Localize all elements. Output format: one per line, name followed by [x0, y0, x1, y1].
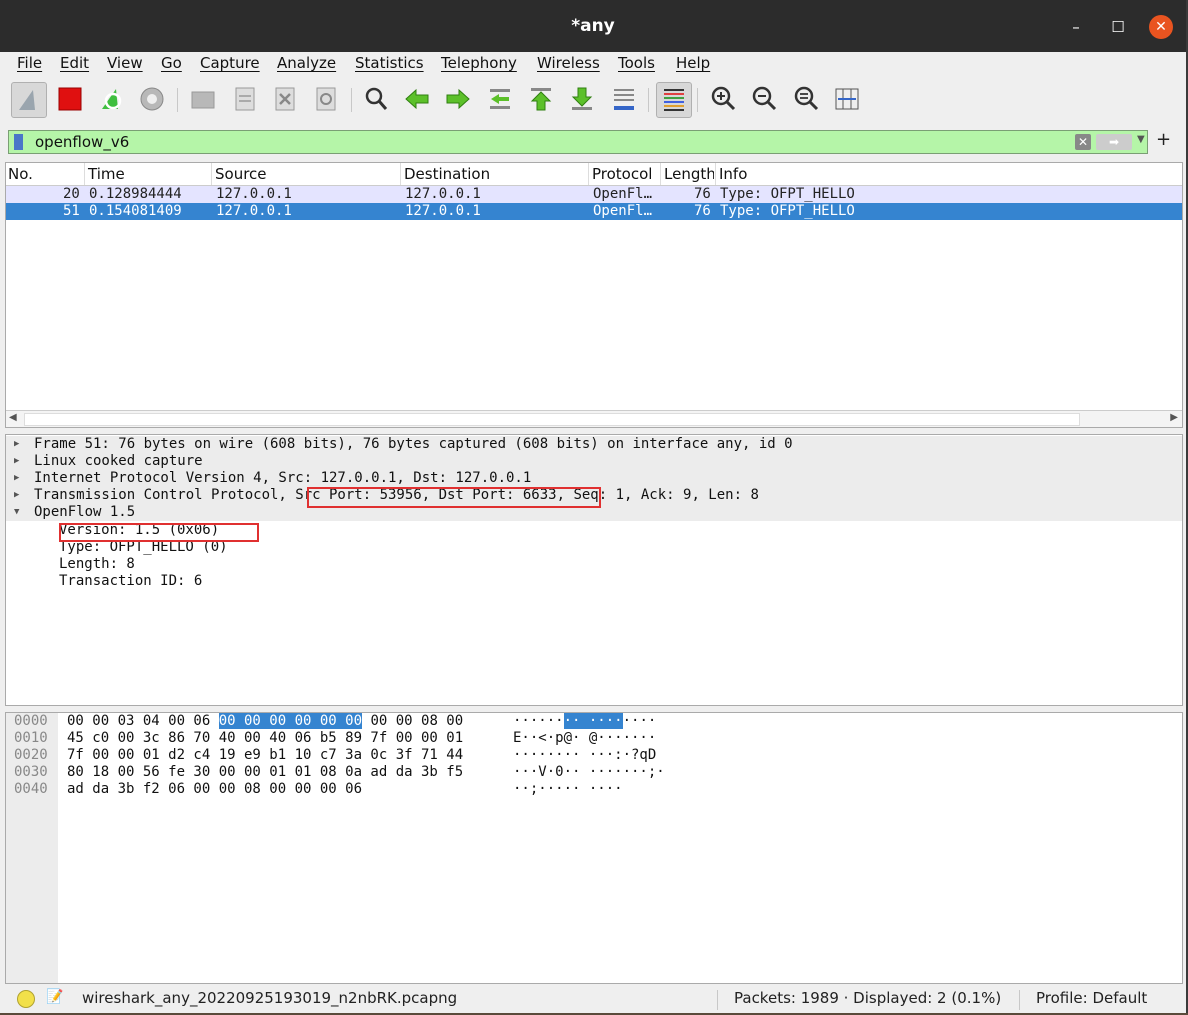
clear-filter-icon[interactable]: ✕	[1075, 134, 1091, 150]
cell-info: Type: OFPT_HELLO	[720, 203, 855, 219]
selected-ascii[interactable]: ·· ····	[563, 713, 623, 729]
add-filter-button[interactable]: +	[1156, 129, 1171, 150]
cell-destination: 127.0.0.1	[405, 186, 481, 202]
zoom-in-icon[interactable]	[706, 82, 740, 116]
table-row-selected[interactable]: 51 0.154081409 127.0.0.1 127.0.0.1 OpenF…	[6, 203, 1182, 220]
chevron-right-icon[interactable]: ▶	[14, 470, 19, 487]
cell-destination: 127.0.0.1	[405, 203, 481, 219]
scrollbar-thumb[interactable]	[24, 413, 1080, 426]
column-destination[interactable]: Destination	[404, 165, 490, 183]
menu-statistics[interactable]: Statistics	[355, 54, 424, 72]
maximize-button[interactable]: ☐	[1106, 15, 1130, 39]
edit-comment-icon[interactable]: 📝	[46, 989, 63, 1005]
column-protocol[interactable]: Protocol	[592, 165, 652, 183]
go-to-packet-icon[interactable]	[483, 82, 517, 116]
menu-help[interactable]: Help	[676, 54, 710, 72]
cell-length: 76	[694, 203, 711, 219]
menu-edit[interactable]: Edit	[60, 54, 89, 72]
open-file-icon[interactable]	[186, 82, 220, 116]
scroll-right-icon[interactable]: ▶	[1170, 412, 1178, 423]
chevron-down-icon[interactable]: ▼	[14, 504, 19, 521]
shark-fin-icon[interactable]	[11, 82, 47, 118]
wireshark-window: *any – ☐ ✕ File Edit View Go Capture Ana…	[0, 0, 1188, 1013]
chevron-right-icon[interactable]: ▶	[14, 453, 19, 470]
window-title: *any	[571, 16, 615, 36]
tree-item-frame[interactable]: ▶ Frame 51: 76 bytes on wire (608 bits),…	[6, 436, 1182, 453]
stop-capture-icon[interactable]	[53, 82, 87, 116]
display-filter-input[interactable]	[35, 133, 935, 151]
go-first-icon[interactable]	[524, 82, 558, 116]
cell-no: 20	[63, 186, 80, 202]
packet-details: ▶ Frame 51: 76 bytes on wire (608 bits),…	[5, 434, 1183, 706]
reload-file-icon[interactable]	[309, 82, 343, 116]
menu-file[interactable]: File	[17, 54, 42, 72]
tree-item-ip[interactable]: ▶ Internet Protocol Version 4, Src: 127.…	[6, 470, 1182, 487]
column-time[interactable]: Time	[88, 165, 125, 183]
main-toolbar	[0, 76, 1186, 126]
tree-item-length[interactable]: Length: 8	[6, 556, 1182, 573]
capture-options-icon[interactable]	[135, 82, 169, 116]
cell-time: 0.154081409	[89, 203, 182, 219]
go-last-icon[interactable]	[565, 82, 599, 116]
go-back-icon[interactable]	[400, 82, 434, 116]
horizontal-scrollbar[interactable]: ◀ ▶	[6, 410, 1182, 427]
column-no[interactable]: No.	[8, 165, 33, 183]
menu-bar: File Edit View Go Capture Analyze Statis…	[0, 52, 1186, 76]
chevron-right-icon[interactable]: ▶	[14, 487, 19, 504]
packet-list-header: No. Time Source Destination Protocol Len…	[6, 163, 1182, 186]
title-bar: *any – ☐ ✕	[0, 0, 1186, 52]
cell-no: 51	[63, 203, 80, 219]
scroll-left-icon[interactable]: ◀	[9, 412, 17, 423]
column-info[interactable]: Info	[719, 165, 747, 183]
chevron-right-icon[interactable]: ▶	[14, 436, 19, 453]
highlight-box-ports	[307, 487, 601, 508]
packet-list: No. Time Source Destination Protocol Len…	[5, 162, 1183, 428]
save-file-icon[interactable]	[228, 82, 262, 116]
menu-analyze[interactable]: Analyze	[277, 54, 336, 72]
packet-counts: Packets: 1989 · Displayed: 2 (0.1%)	[734, 989, 1002, 1007]
capture-file-name: wireshark_any_20220925193019_n2nbRK.pcap…	[82, 989, 458, 1007]
menu-telephony[interactable]: Telephony	[441, 54, 517, 72]
zoom-normal-icon[interactable]	[789, 82, 823, 116]
tree-item-linux-cooked[interactable]: ▶ Linux cooked capture	[6, 453, 1182, 470]
autoscroll-icon[interactable]	[607, 82, 641, 116]
column-source[interactable]: Source	[215, 165, 267, 183]
apply-filter-icon[interactable]: ➡	[1096, 134, 1132, 150]
profile-label[interactable]: Profile: Default	[1036, 989, 1147, 1007]
cell-info: Type: OFPT_HELLO	[720, 186, 855, 202]
close-file-icon[interactable]	[268, 82, 302, 116]
menu-go[interactable]: Go	[161, 54, 182, 72]
bookmark-icon[interactable]	[14, 134, 23, 150]
highlight-box-version	[59, 523, 259, 542]
cell-source: 127.0.0.1	[216, 186, 292, 202]
menu-wireless[interactable]: Wireless	[537, 54, 600, 72]
cell-protocol: OpenFl…	[593, 186, 653, 202]
expert-info-icon[interactable]	[17, 990, 35, 1008]
menu-capture[interactable]: Capture	[200, 54, 260, 72]
selected-bytes[interactable]: 00 00 00 00 00 00	[218, 713, 363, 729]
packet-bytes: 0000 00 00 03 04 00 06 00 00 00 00 00 00…	[5, 712, 1183, 984]
status-bar: 📝 wireshark_any_20220925193019_n2nbRK.pc…	[0, 987, 1186, 1013]
tree-item-transaction-id[interactable]: Transaction ID: 6	[6, 573, 1182, 590]
find-packet-icon[interactable]	[359, 82, 393, 116]
display-filter-bar: ✕ ➡ ▼	[8, 130, 1148, 154]
cell-time: 0.128984444	[89, 186, 182, 202]
go-forward-icon[interactable]	[441, 82, 475, 116]
restart-capture-icon[interactable]	[95, 82, 129, 116]
resize-columns-icon[interactable]	[830, 82, 864, 116]
chevron-down-icon[interactable]: ▼	[1137, 134, 1145, 145]
column-length[interactable]: Length	[664, 165, 714, 183]
table-row[interactable]: 20 0.128984444 127.0.0.1 127.0.0.1 OpenF…	[6, 186, 1182, 203]
colorize-icon[interactable]	[656, 82, 692, 118]
minimize-button[interactable]: –	[1064, 15, 1088, 39]
cell-source: 127.0.0.1	[216, 203, 292, 219]
menu-tools[interactable]: Tools	[618, 54, 655, 72]
cell-protocol: OpenFl…	[593, 203, 653, 219]
close-button[interactable]: ✕	[1149, 15, 1173, 39]
zoom-out-icon[interactable]	[747, 82, 781, 116]
cell-length: 76	[694, 186, 711, 202]
menu-view[interactable]: View	[107, 54, 143, 72]
